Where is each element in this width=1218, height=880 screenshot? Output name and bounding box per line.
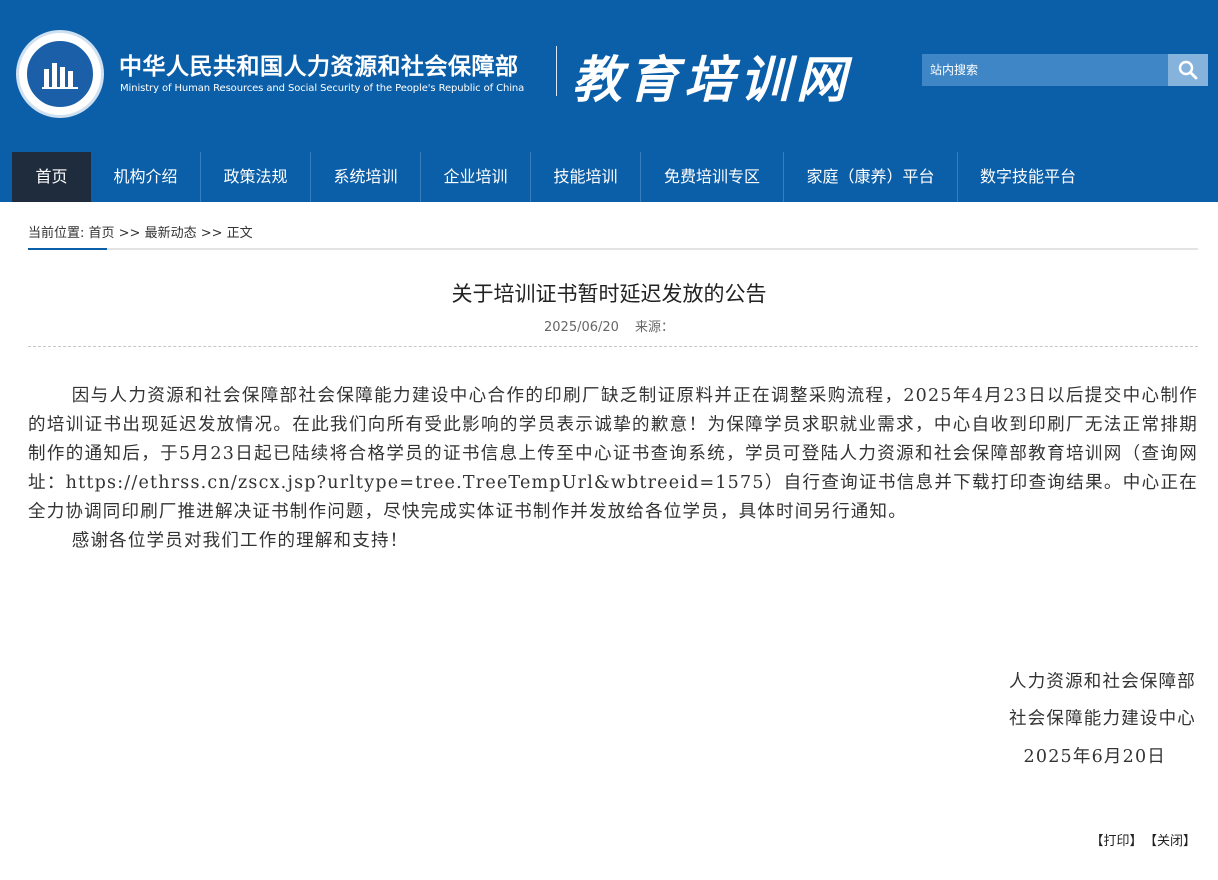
nav-item-home[interactable]: 首页 — [12, 152, 91, 202]
article-body: 因与人力资源和社会保障部社会保障能力建设中心合作的印刷厂缺乏制证原料并正在调整采… — [28, 382, 1198, 556]
main-nav: 首页 机构介绍 政策法规 系统培训 企业培训 技能培训 免费培训专区 家庭（康养… — [12, 152, 1098, 202]
nav-item-skills-training[interactable]: 技能培训 — [531, 152, 641, 202]
nav-item-enterprise-training[interactable]: 企业培训 — [421, 152, 531, 202]
search-icon — [1178, 60, 1198, 80]
signature-org-1: 人力资源和社会保障部 — [1009, 672, 1196, 692]
nav-item-policy[interactable]: 政策法规 — [201, 152, 311, 202]
site-title: 教育培训网 — [572, 50, 852, 109]
breadcrumb: 当前位置: 首页 >> 最新动态 >> 正文 — [28, 222, 253, 241]
site-header: 中华人民共和国人力资源和社会保障部 Ministry of Human Reso… — [0, 0, 1218, 202]
ministry-name-en: Ministry of Human Resources and Social S… — [120, 83, 525, 94]
print-button[interactable]: 【打印】 — [1090, 834, 1142, 849]
breadcrumb-accent — [28, 248, 107, 250]
article-paragraph: 因与人力资源和社会保障部社会保障能力建设中心合作的印刷厂缺乏制证原料并正在调整采… — [28, 386, 1198, 522]
article-title: 关于培训证书暂时延迟发放的公告 — [451, 282, 767, 306]
header-divider — [556, 46, 557, 96]
article-divider — [28, 346, 1198, 347]
breadcrumb-home[interactable]: 首页 — [89, 226, 115, 241]
breadcrumb-current: 正文 — [226, 226, 253, 241]
nav-item-system-training[interactable]: 系统培训 — [311, 152, 421, 202]
nav-item-about[interactable]: 机构介绍 — [91, 152, 201, 202]
breadcrumb-prefix: 当前位置: — [28, 226, 89, 241]
close-button[interactable]: 【关闭】 — [1150, 834, 1196, 849]
article-date: 2025/06/20 — [544, 320, 619, 335]
footer-actions: 【打印】 【关闭】 — [1082, 830, 1196, 849]
ministry-name-cn: 中华人民共和国人力资源和社会保障部 — [119, 54, 519, 80]
breadcrumb-separator: >> — [196, 226, 227, 241]
breadcrumb-separator: >> — [114, 226, 145, 241]
article-meta: 2025/06/20 来源： — [0, 316, 1218, 335]
signature-date: 2025年6月20日 — [1023, 747, 1166, 767]
breadcrumb-section[interactable]: 最新动态 — [145, 226, 197, 241]
breadcrumb-underline — [28, 248, 1198, 250]
signature-org-2: 社会保障能力建设中心 — [1009, 709, 1196, 729]
nav-item-digital-skills[interactable]: 数字技能平台 — [958, 152, 1098, 202]
search-button[interactable] — [1168, 54, 1208, 86]
article-paragraph: 感谢各位学员对我们工作的理解和支持！ — [71, 531, 409, 551]
nav-item-family-care[interactable]: 家庭（康养）平台 — [784, 152, 958, 202]
ministry-emblem-icon[interactable] — [16, 30, 104, 118]
article-source-label: 来源： — [634, 320, 674, 335]
nav-item-free-training[interactable]: 免费培训专区 — [641, 152, 784, 202]
search-input[interactable] — [922, 54, 1168, 86]
